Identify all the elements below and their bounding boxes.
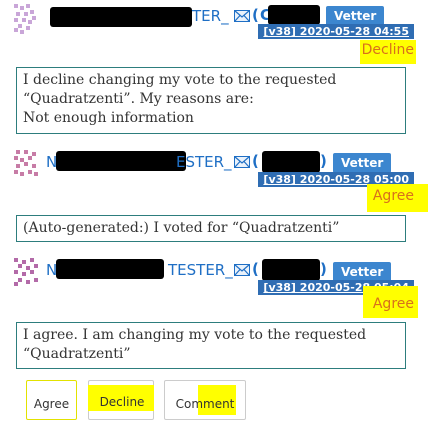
body-line: “Quadratzenti” (23, 346, 131, 362)
vote-label-text: Decline (361, 42, 414, 58)
redacted-author-name (56, 151, 186, 171)
vote-label-text: Agree (372, 188, 414, 204)
body-line: (Auto-generated:) I voted for “Quadratze… (23, 220, 340, 236)
author-name-suffix[interactable]: ESTER_ (176, 153, 232, 171)
avatar-identicon (14, 150, 48, 180)
comment-button-label: Comment (175, 385, 236, 415)
org-close-paren: ) (320, 152, 327, 170)
redacted-author-name (56, 259, 164, 279)
org-open-paren: ( (252, 152, 259, 170)
timestamp-link[interactable]: [v38] 2020-05-28 04:55 (258, 24, 414, 39)
agree-button[interactable]: Agree (26, 380, 77, 420)
vetter-badge: Vetter (333, 153, 392, 173)
avatar-identicon (14, 4, 48, 34)
body-line: I decline changing my vote to the reques… (23, 72, 337, 88)
org-open-paren: ( (252, 6, 259, 24)
redacted-org-name (262, 259, 320, 281)
comment-button-text: Comment (175, 397, 235, 411)
vote-label: Agree (362, 286, 418, 318)
comment-button[interactable]: Comment (164, 380, 246, 420)
envelope-icon[interactable] (234, 156, 250, 168)
author-name-suffix[interactable]: TER_ (192, 7, 229, 25)
comment-body-1: I decline changing my vote to the reques… (16, 67, 406, 134)
agree-button-label: Agree (33, 397, 70, 411)
author-name-suffix[interactable]: TESTER_ (168, 261, 233, 279)
vote-label-text: Agree (372, 296, 414, 312)
redacted-org-name (262, 151, 320, 173)
vote-label: Decline (359, 40, 416, 64)
vote-label: Agree (366, 184, 428, 212)
avatar-identicon (14, 258, 48, 288)
comment-body-3: I agree. I am changing my vote to the re… (16, 322, 406, 369)
body-line: “Quadratzenti”. My reasons are: (23, 91, 254, 107)
envelope-icon[interactable] (234, 264, 250, 276)
decline-button[interactable]: Decline (87, 380, 155, 420)
decline-button-label: Decline (87, 385, 155, 411)
body-line: Not enough information (23, 110, 194, 126)
org-open-paren: ( (252, 260, 259, 278)
comment-body-2: (Auto-generated:) I voted for “Quadratze… (16, 215, 406, 242)
redacted-org-name (268, 5, 320, 25)
body-line: I agree. I am changing my vote to the re… (23, 327, 367, 343)
envelope-icon[interactable] (234, 10, 250, 22)
vetter-badge: Vetter (326, 6, 385, 26)
vetter-badge: Vetter (333, 262, 392, 282)
redacted-author-name (50, 7, 192, 27)
org-close-paren: ) (320, 260, 327, 278)
